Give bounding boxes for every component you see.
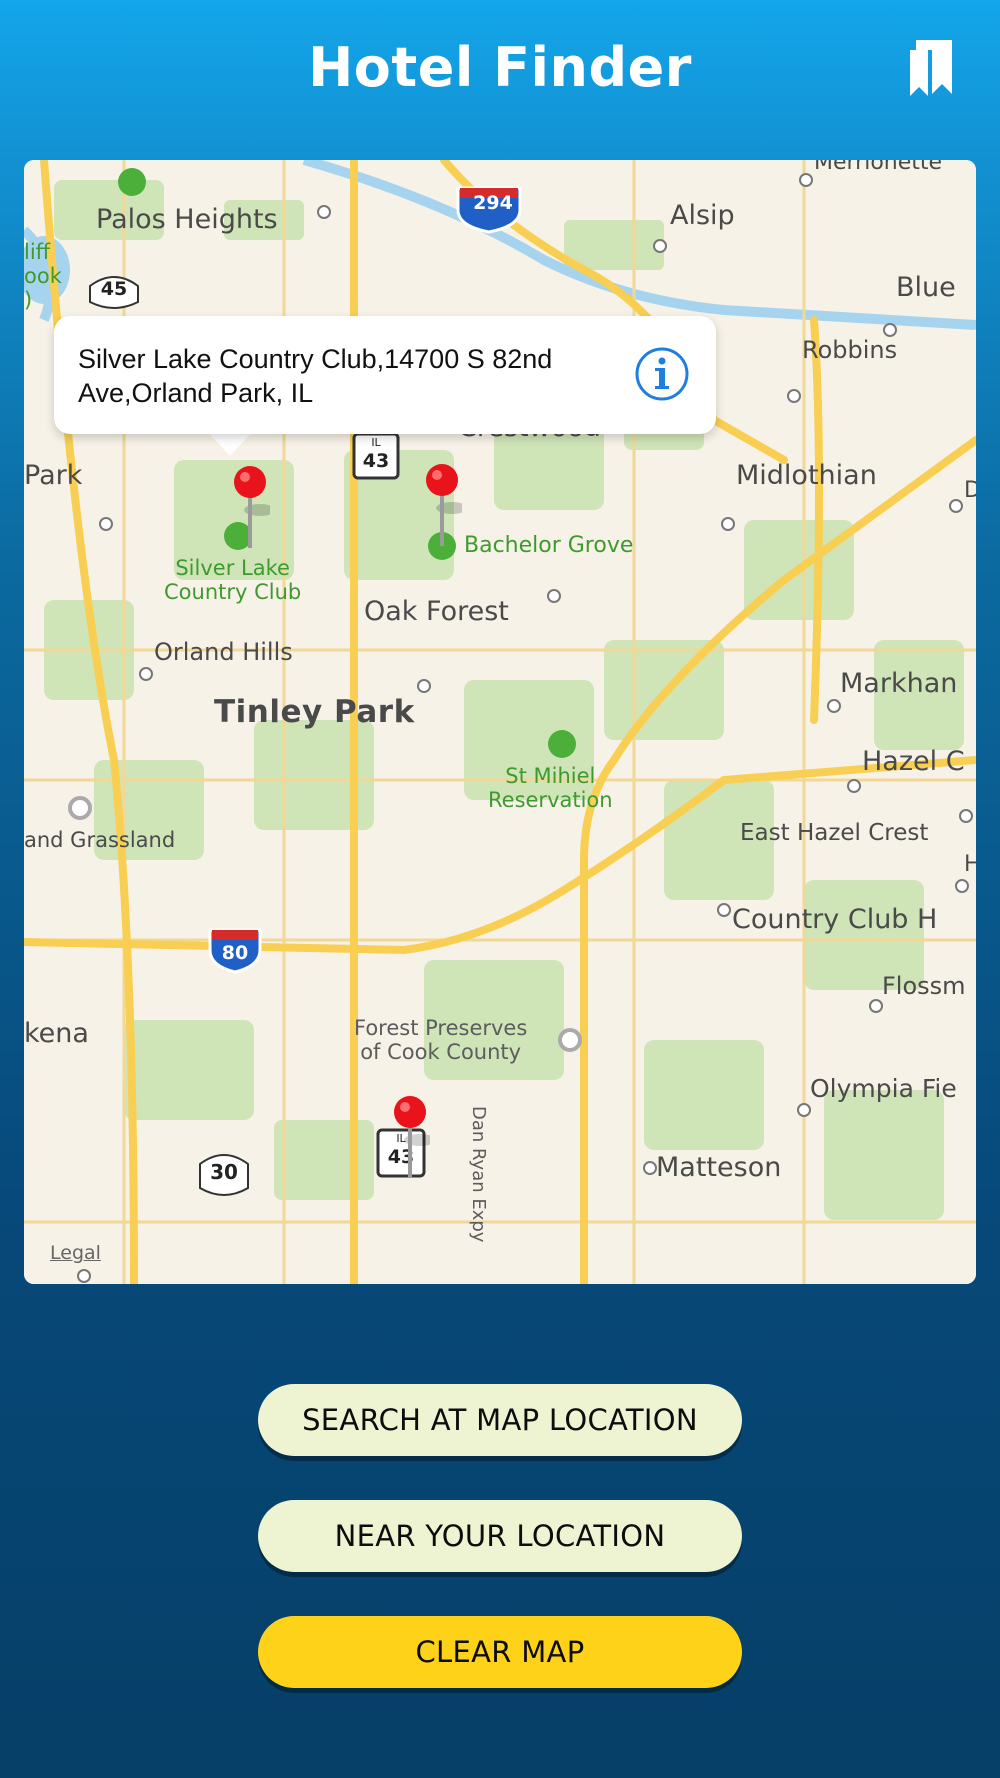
map-pin-silver-lake[interactable]: [230, 464, 276, 554]
map-view[interactable]: Palos Heights Alsip Blue Robbins Crestwo…: [24, 160, 976, 1284]
us30-shield-label: 30: [210, 1160, 238, 1184]
map-label-olympia-fields: Olympia Fie: [810, 1074, 957, 1103]
map-label-blue: Blue: [896, 272, 956, 303]
map-callout[interactable]: Silver Lake Country Club,14700 S 82nd Av…: [54, 316, 716, 434]
map-label-d-right: D: [964, 478, 976, 503]
map-legal-link[interactable]: Legal: [50, 1242, 101, 1264]
map-label-dan-ryan: Dan Ryan Expy: [468, 1106, 489, 1243]
map-label-matteson: Matteson: [656, 1152, 782, 1183]
map-label-h-right: H: [964, 852, 976, 877]
map-label-bachelor-grove: Bachelor Grove: [464, 533, 634, 558]
bookmark-icon[interactable]: [902, 36, 962, 100]
search-at-map-location-button[interactable]: SEARCH AT MAP LOCATION: [258, 1384, 742, 1456]
app-title: Hotel Finder: [308, 36, 692, 99]
callout-address: Silver Lake Country Club,14700 S 82nd Av…: [78, 344, 553, 408]
map-label-alsip: Alsip: [670, 200, 735, 231]
i294-shield-label: 294: [473, 192, 513, 214]
map-label-midlothian: Midlothian: [736, 460, 877, 491]
map-label-park-left: Park: [24, 460, 83, 491]
map-pin-south[interactable]: [390, 1094, 436, 1184]
map-label-markham: Markhan: [840, 668, 958, 699]
map-label-country-club-hills: Country Club H: [732, 904, 938, 935]
il43-top-prefix: IL: [371, 436, 381, 449]
map-label-robbins: Robbins: [802, 336, 898, 364]
clear-map-button[interactable]: CLEAR MAP: [258, 1616, 742, 1688]
map-label-palos-heights: Palos Heights: [96, 204, 278, 235]
map-label-east-hazel-crest: East Hazel Crest: [740, 820, 929, 846]
app-header: Hotel Finder: [0, 0, 1000, 140]
map-pin-bachelor-grove[interactable]: [422, 462, 468, 552]
info-icon[interactable]: [634, 346, 690, 402]
map-label-kena: kena: [24, 1018, 89, 1049]
map-label-tinley-park: Tinley Park: [214, 694, 415, 730]
map-label-merrionette: Merrionette: [814, 160, 943, 175]
map-label-forest-preserves: Forest Preserves of Cook County: [354, 1016, 528, 1064]
map-label-flossmoor: Flossm: [882, 972, 966, 1000]
us45-shield-label: 45: [100, 278, 128, 300]
map-label-cliff-brook: liff ook ): [24, 240, 62, 312]
map-label-oak-forest: Oak Forest: [364, 596, 509, 627]
map-label-silver-lake: Silver Lake Country Club: [164, 556, 302, 604]
il43-top-shield-label: 43: [362, 450, 390, 472]
near-your-location-button[interactable]: NEAR YOUR LOCATION: [258, 1500, 742, 1572]
map-label-hazel: Hazel C: [862, 746, 965, 777]
map-label-orland-hills: Orland Hills: [154, 638, 293, 666]
map-label-st-mihiel: St Mihiel Reservation: [488, 764, 613, 812]
i80-shield-label: 80: [221, 942, 249, 964]
map-label-grassland: and Grassland: [24, 828, 176, 852]
